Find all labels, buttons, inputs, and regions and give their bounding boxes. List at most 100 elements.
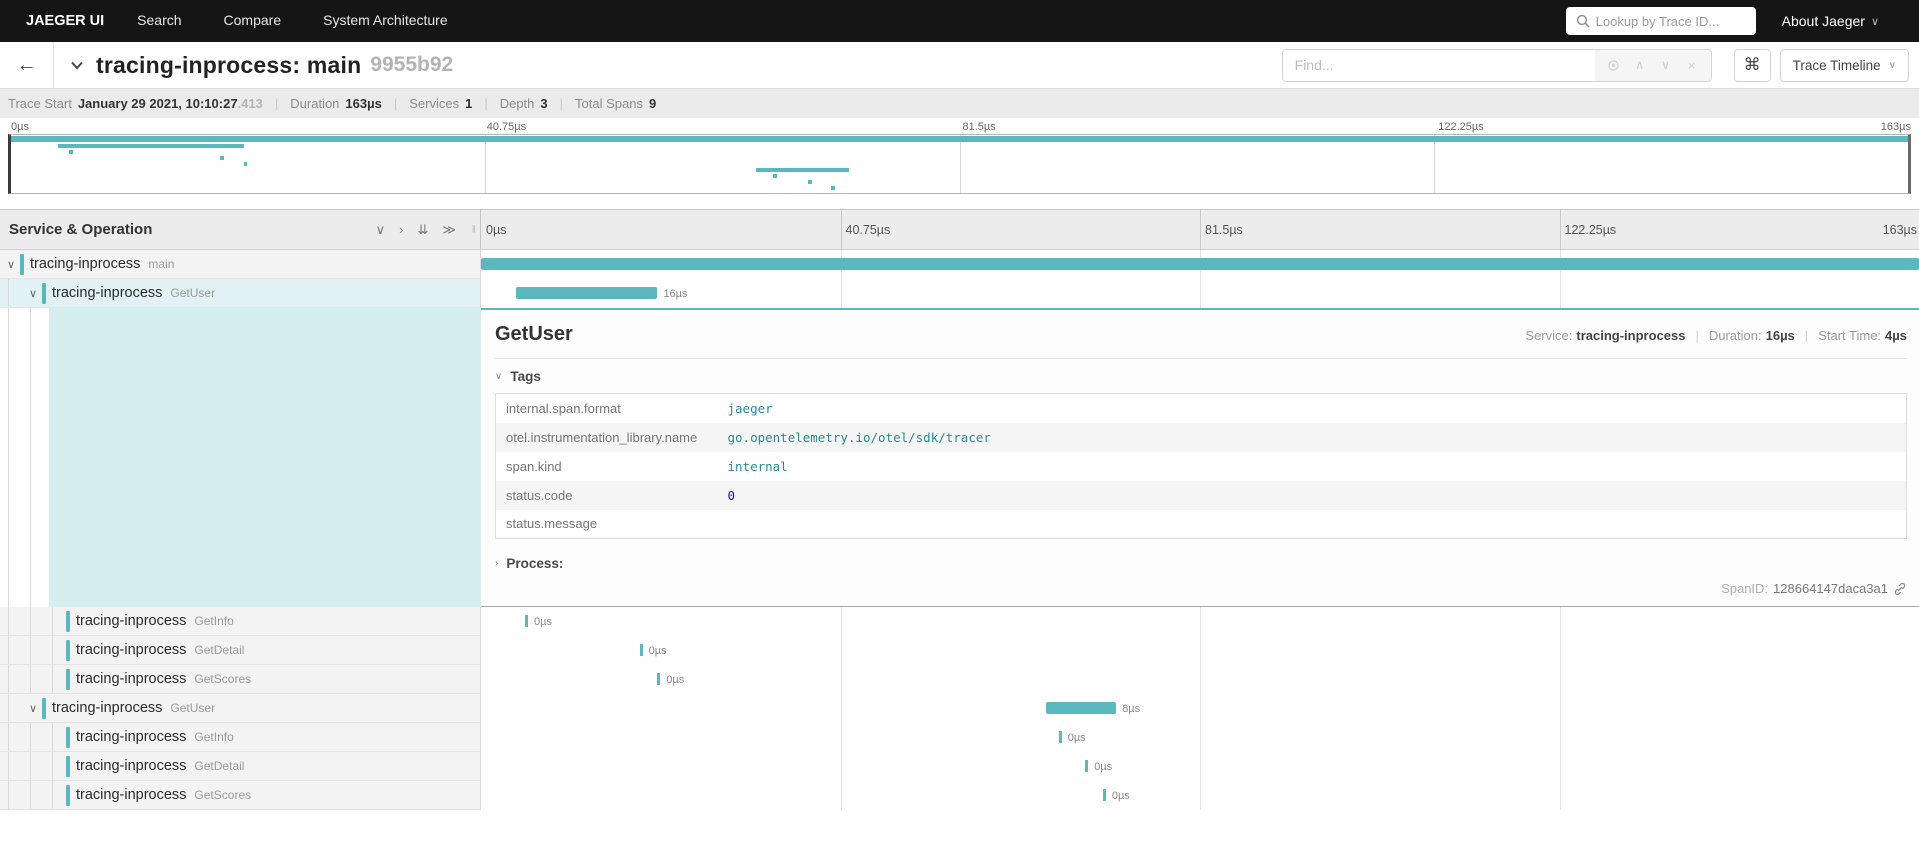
find-input[interactable]	[1283, 50, 1595, 81]
collapse-all-icon[interactable]: ⇊	[417, 222, 428, 238]
span-service-name: tracing-inprocess	[76, 787, 186, 803]
chevron-down-icon: ∨	[1889, 60, 1896, 71]
span-name-cell[interactable]: tracing-inprocessGetScores	[0, 665, 481, 694]
jaeger-logo[interactable]: JAEGER UI	[14, 13, 116, 29]
trace-timeline: Service & Operation ∨ › ⇊ ≫ ‖ 0µs40.75µs…	[0, 209, 1919, 810]
selected-span-indent-block[interactable]	[49, 308, 481, 607]
tag-value	[718, 510, 1907, 539]
keyboard-shortcuts-button[interactable]: ⌘	[1734, 49, 1771, 82]
indent-guide	[8, 781, 9, 809]
span-name-cell[interactable]: tracing-inprocessGetInfo	[0, 723, 481, 752]
minimap-tick-label: 0µs	[8, 121, 29, 133]
span-timeline-cell[interactable]: 0µs	[481, 607, 1919, 636]
process-section-header[interactable]: › Process:	[495, 556, 1907, 571]
span-operation-name: GetInfo	[194, 614, 233, 628]
timeline-column-header: Service & Operation ∨ › ⇊ ≫ ‖ 0µs40.75µs…	[0, 210, 1919, 250]
trace-view-selector[interactable]: Trace Timeline ∨	[1780, 49, 1909, 82]
span-expander-chevron-icon[interactable]: ∨	[26, 287, 40, 300]
indent-guide	[8, 308, 9, 607]
span-duration-bar[interactable]	[657, 673, 660, 685]
trace-id-lookup-input[interactable]	[1596, 14, 1746, 29]
span-row: ∨tracing-inprocessGetUser 8µs	[0, 694, 1919, 723]
span-service-name: tracing-inprocess	[30, 256, 140, 272]
span-row: tracing-inprocessGetDetail0µs	[0, 636, 1919, 665]
span-name-cell[interactable]: ∨tracing-inprocessGetUser	[0, 279, 481, 308]
minimap-tick-labels: 0µs40.75µs81.5µs122.25µs163µs	[8, 118, 1911, 134]
span-timeline-cell[interactable]: 16µs	[481, 279, 1919, 308]
trace-id-lookup[interactable]	[1566, 7, 1756, 35]
span-name-cell[interactable]: ∨tracing-inprocessGetUser	[0, 694, 481, 723]
span-expander-chevron-icon[interactable]: ∨	[4, 258, 18, 271]
collapse-one-icon[interactable]: ∨	[376, 222, 386, 238]
clear-find-icon[interactable]: ×	[1679, 58, 1705, 73]
span-duration-label: 0µs	[1112, 790, 1130, 802]
span-duration-bar[interactable]	[640, 644, 643, 656]
span-timeline-cell[interactable]: 8µs	[481, 694, 1919, 723]
summary-separator: |	[560, 96, 563, 111]
span-name-cell[interactable]: tracing-inprocessGetInfo	[0, 607, 481, 636]
span-duration-bar[interactable]	[1046, 702, 1117, 714]
indent-guide	[8, 607, 9, 635]
span-timeline-cell[interactable]: 0µs	[481, 723, 1919, 752]
about-jaeger-menu[interactable]: About Jaeger ∨	[1782, 13, 1905, 29]
next-match-icon[interactable]: ∨	[1653, 57, 1679, 73]
timeline-minimap[interactable]	[8, 134, 1911, 194]
service-color-accent	[42, 698, 46, 719]
tag-value: internal	[718, 452, 1907, 481]
collapse-trace-chevron-icon[interactable]	[68, 56, 86, 74]
tag-value: go.opentelemetry.io/otel/sdk/tracer	[718, 423, 1907, 452]
span-service-name: tracing-inprocess	[52, 285, 162, 301]
span-timeline-cell[interactable]	[481, 250, 1919, 279]
minimap-span-bar	[220, 156, 223, 160]
span-name-cell[interactable]: tracing-inprocessGetDetail	[0, 636, 481, 665]
span-duration-label: 0µs	[666, 674, 684, 686]
span-name-cell[interactable]: tracing-inprocessGetScores	[0, 781, 481, 810]
span-name-cell[interactable]: tracing-inprocessGetDetail	[0, 752, 481, 781]
span-timeline-cell[interactable]: 0µs	[481, 781, 1919, 810]
expand-all-icon[interactable]: ≫	[442, 222, 456, 238]
minimap-span-bar	[69, 150, 72, 154]
span-duration-bar[interactable]	[1103, 789, 1106, 801]
tag-row: span.kindinternal	[496, 452, 1907, 481]
service-operation-header: Service & Operation ∨ › ⇊ ≫ ‖	[0, 210, 481, 249]
summary-item: Trace StartJanuary 29 2021, 10:10:27.413	[8, 96, 263, 111]
summary-label: Duration	[290, 96, 339, 111]
indent-guide	[52, 665, 53, 693]
service-color-accent	[66, 669, 70, 690]
indent-guide	[52, 781, 53, 809]
tags-section-header[interactable]: ∨ Tags	[495, 369, 1907, 384]
span-duration-bar[interactable]	[1059, 731, 1062, 743]
span-duration-bar[interactable]	[525, 615, 528, 627]
back-button[interactable]: ←	[0, 42, 54, 88]
summary-value: 9	[649, 96, 656, 111]
span-expander-chevron-icon[interactable]: ∨	[26, 702, 40, 715]
summary-item: Duration163µs	[290, 96, 382, 111]
span-timeline-cell[interactable]: 0µs	[481, 665, 1919, 694]
indent-guide	[30, 308, 31, 607]
link-icon[interactable]	[1893, 582, 1907, 596]
minimap-span-bar	[831, 186, 834, 190]
column-resize-grip[interactable]: ‖	[472, 224, 477, 235]
nav-item-compare[interactable]: Compare	[203, 12, 303, 28]
span-timeline-cell[interactable]: 0µs	[481, 636, 1919, 665]
summary-item: Depth3	[500, 96, 548, 111]
tag-key: span.kind	[496, 452, 718, 481]
axis-tick-label: 81.5µs	[1200, 223, 1243, 237]
span-duration-bar[interactable]	[481, 258, 1919, 270]
tag-value: jaeger	[718, 394, 1907, 423]
service-color-accent	[66, 640, 70, 661]
trace-id-short: 9955b92	[370, 53, 453, 77]
span-duration-bar[interactable]	[1085, 760, 1088, 772]
nav-item-search[interactable]: Search	[116, 12, 202, 28]
nav-item-system-architecture[interactable]: System Architecture	[302, 12, 469, 28]
span-operation-name: GetDetail	[194, 759, 244, 773]
service-operation-label: Service & Operation	[0, 221, 376, 238]
scroll-to-match-icon[interactable]	[1601, 59, 1627, 72]
expand-one-icon[interactable]: ›	[399, 222, 403, 237]
span-duration-bar[interactable]	[516, 287, 657, 299]
span-name-cell[interactable]: ∨tracing-inprocessmain	[0, 250, 481, 279]
span-rows: ∨tracing-inprocessmain∨tracing-inprocess…	[0, 250, 1919, 810]
span-duration-label: 8µs	[1122, 703, 1140, 715]
span-timeline-cell[interactable]: 0µs	[481, 752, 1919, 781]
prev-match-icon[interactable]: ∧	[1627, 57, 1653, 73]
